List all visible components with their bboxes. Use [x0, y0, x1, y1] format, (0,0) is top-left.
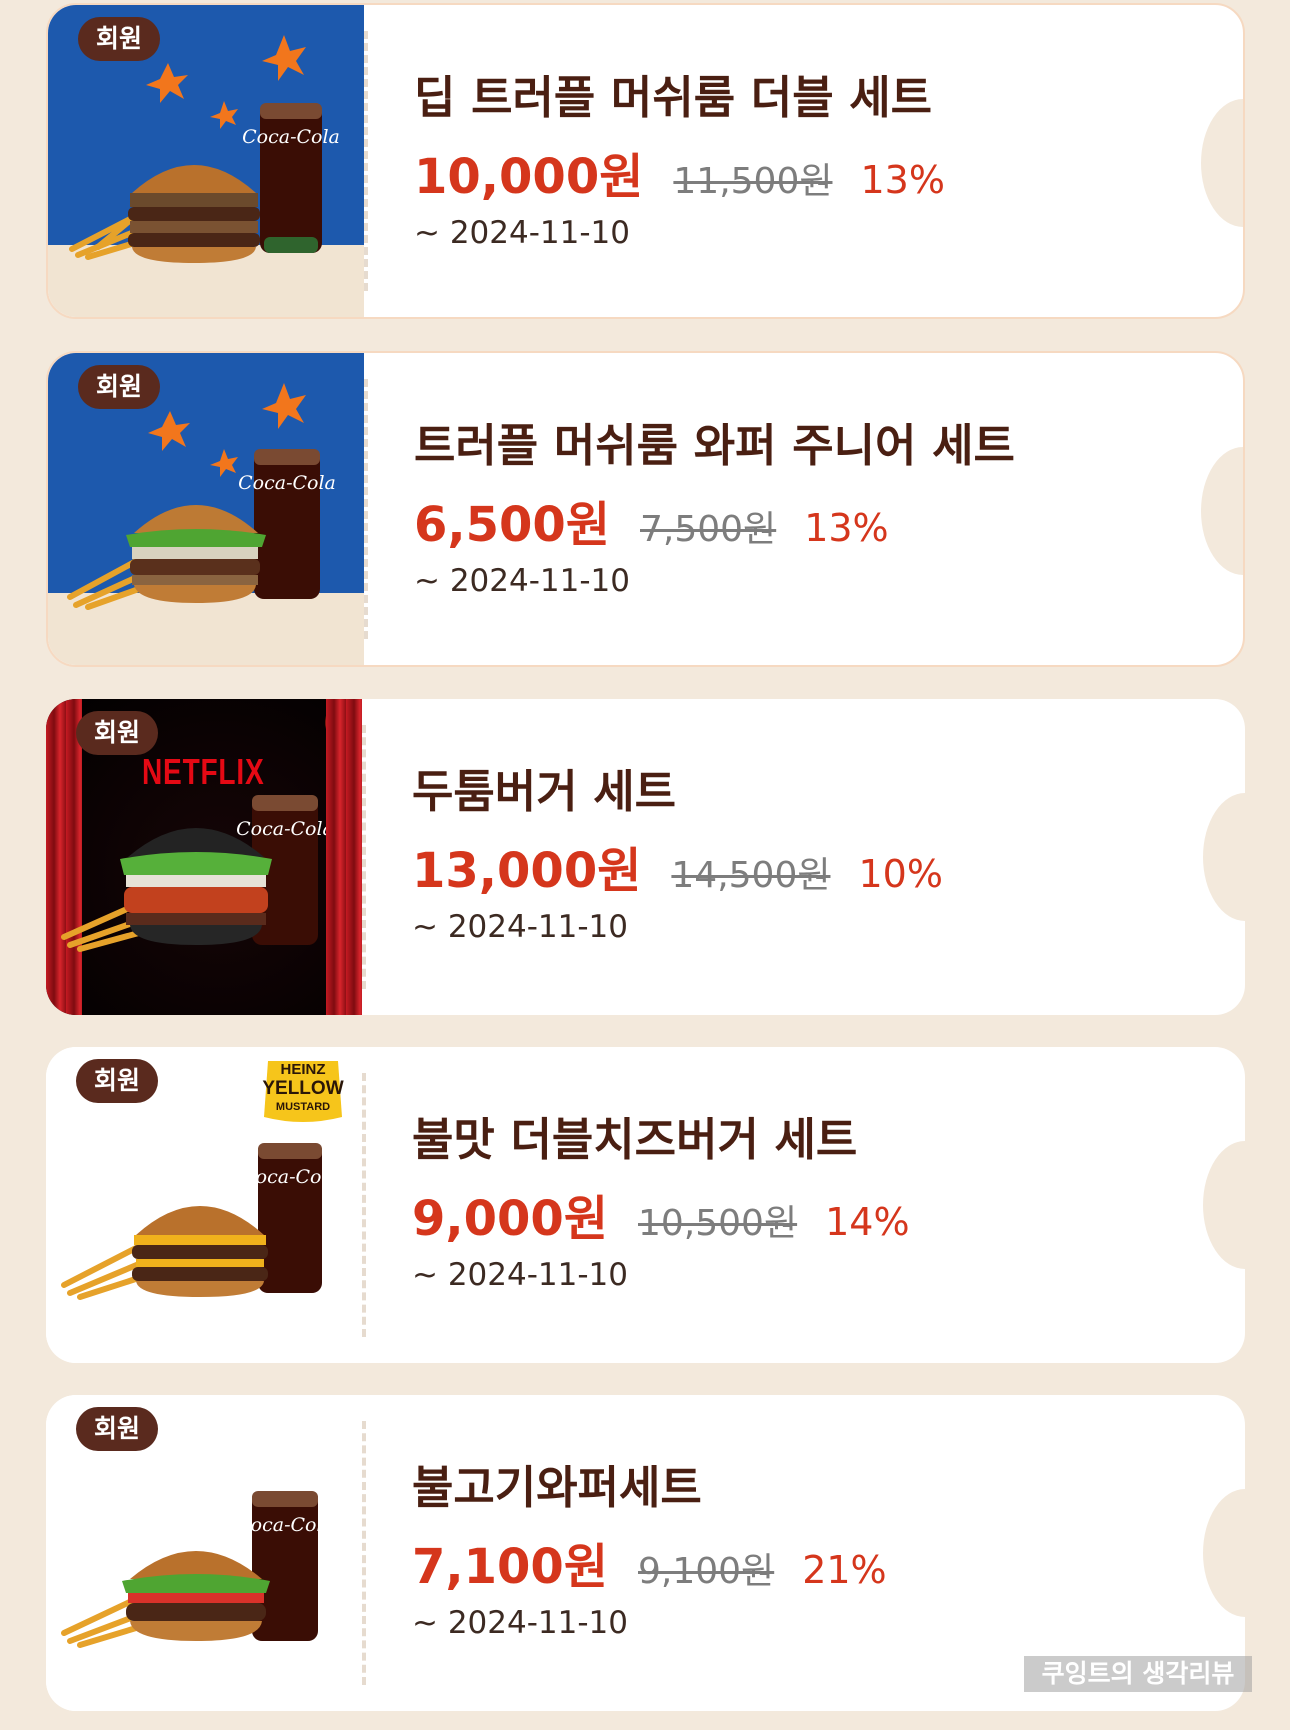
product-image: 회원 Coca-Cola: [48, 5, 364, 317]
expiry-date: ~ 2024-11-10: [414, 563, 630, 599]
coupon-list: 회원 Coca-Cola 딥 트러플 머쉬룸 더블 세트 10,000원 11,…: [0, 0, 1290, 1730]
product-image: 회원 Coca-Cola: [46, 1395, 362, 1711]
perforation-divider: [362, 725, 366, 989]
expiry-date: ~ 2024-11-10: [414, 215, 630, 251]
expiry-date: ~ 2024-11-10: [412, 909, 628, 945]
sale-price: 9,000원: [412, 1191, 608, 1247]
discount-rate: 14%: [825, 1200, 910, 1244]
price-row: 10,000원 11,500원 13%: [414, 137, 945, 207]
expiry-date: ~ 2024-11-10: [412, 1257, 628, 1293]
sale-price: 10,000원: [414, 149, 644, 205]
product-image: 회원 HEINZ YELLOW MUSTARD Coca-Cola: [46, 1047, 362, 1363]
discount-rate: 13%: [860, 158, 945, 202]
member-badge: 회원: [76, 1407, 158, 1451]
svg-text:Coca-Cola: Coca-Cola: [238, 472, 336, 494]
original-price: 11,500원: [673, 161, 833, 202]
sale-price: 7,100원: [412, 1539, 608, 1595]
perforation-divider: [362, 1073, 366, 1337]
netflix-logo: NETFLIX: [142, 751, 265, 792]
original-price: 10,500원: [638, 1203, 798, 1244]
price-row: 9,000원 10,500원 14%: [412, 1179, 910, 1249]
member-badge: 회원: [78, 17, 160, 61]
chili-icon: [325, 707, 334, 739]
product-name: 불고기와퍼세트: [412, 1461, 702, 1514]
coupon-card[interactable]: 회원 NETFLIX Coca-Cola 두툼버거 세트 13,000원 14,…: [46, 699, 1245, 1015]
original-price: 9,100원: [638, 1551, 775, 1592]
coupon-info: 두툼버거 세트 13,000원 14,500원 10% ~ 2024-11-10: [412, 699, 1185, 1015]
perforation-divider: [364, 31, 368, 291]
coupon-info: 딥 트러플 머쉬룸 더블 세트 10,000원 11,500원 13% ~ 20…: [414, 5, 1183, 317]
ticket-notch: [1203, 1489, 1245, 1617]
watermark: 쿠잉트의 생각리뷰: [1024, 1656, 1252, 1692]
heinz-yellow-mustard-logo: HEINZ YELLOW MUSTARD: [262, 1059, 344, 1125]
svg-text:Coca-Cola: Coca-Cola: [242, 126, 340, 148]
perforation-divider: [364, 379, 368, 639]
price-row: 6,500원 7,500원 13%: [414, 485, 889, 555]
product-image: 회원 NETFLIX Coca-Cola: [46, 699, 362, 1015]
coupon-info: 불맛 더블치즈버거 세트 9,000원 10,500원 14% ~ 2024-1…: [412, 1047, 1185, 1363]
coupon-card[interactable]: 회원 Coca-Cola: [46, 351, 1245, 667]
member-badge: 회원: [76, 711, 158, 755]
product-image: 회원 Coca-Cola: [48, 353, 364, 665]
sale-price: 13,000원: [412, 843, 642, 899]
ticket-notch: [1201, 447, 1243, 575]
ticket-notch: [1203, 793, 1245, 921]
price-row: 13,000원 14,500원 10%: [412, 831, 943, 901]
svg-text:Coca-Cola: Coca-Cola: [241, 1166, 339, 1188]
discount-rate: 10%: [858, 852, 943, 896]
original-price: 7,500원: [640, 509, 777, 550]
svg-text:Coca-Cola: Coca-Cola: [236, 1514, 334, 1536]
original-price: 14,500원: [671, 855, 831, 896]
price-row: 7,100원 9,100원 21%: [412, 1527, 887, 1597]
coupon-card[interactable]: 회원 Coca-Cola: [46, 3, 1245, 319]
discount-rate: 13%: [804, 506, 889, 550]
coupon-info: 트러플 머쉬룸 와퍼 주니어 세트 6,500원 7,500원 13% ~ 20…: [414, 353, 1183, 665]
svg-text:Coca-Cola: Coca-Cola: [236, 818, 334, 840]
expiry-date: ~ 2024-11-10: [412, 1605, 628, 1641]
product-name: 트러플 머쉬룸 와퍼 주니어 세트: [414, 419, 1015, 472]
product-name: 두툼버거 세트: [412, 765, 677, 818]
perforation-divider: [362, 1421, 366, 1685]
ticket-notch: [1203, 1141, 1245, 1269]
product-name: 불맛 더블치즈버거 세트: [412, 1113, 858, 1166]
product-name: 딥 트러플 머쉬룸 더블 세트: [414, 71, 933, 124]
sale-price: 6,500원: [414, 497, 610, 553]
discount-rate: 21%: [802, 1548, 887, 1592]
coupon-card[interactable]: 회원 HEINZ YELLOW MUSTARD Coca-Cola 불맛 더블치…: [46, 1047, 1245, 1363]
ticket-notch: [1201, 99, 1243, 227]
member-badge: 회원: [76, 1059, 158, 1103]
member-badge: 회원: [78, 365, 160, 409]
